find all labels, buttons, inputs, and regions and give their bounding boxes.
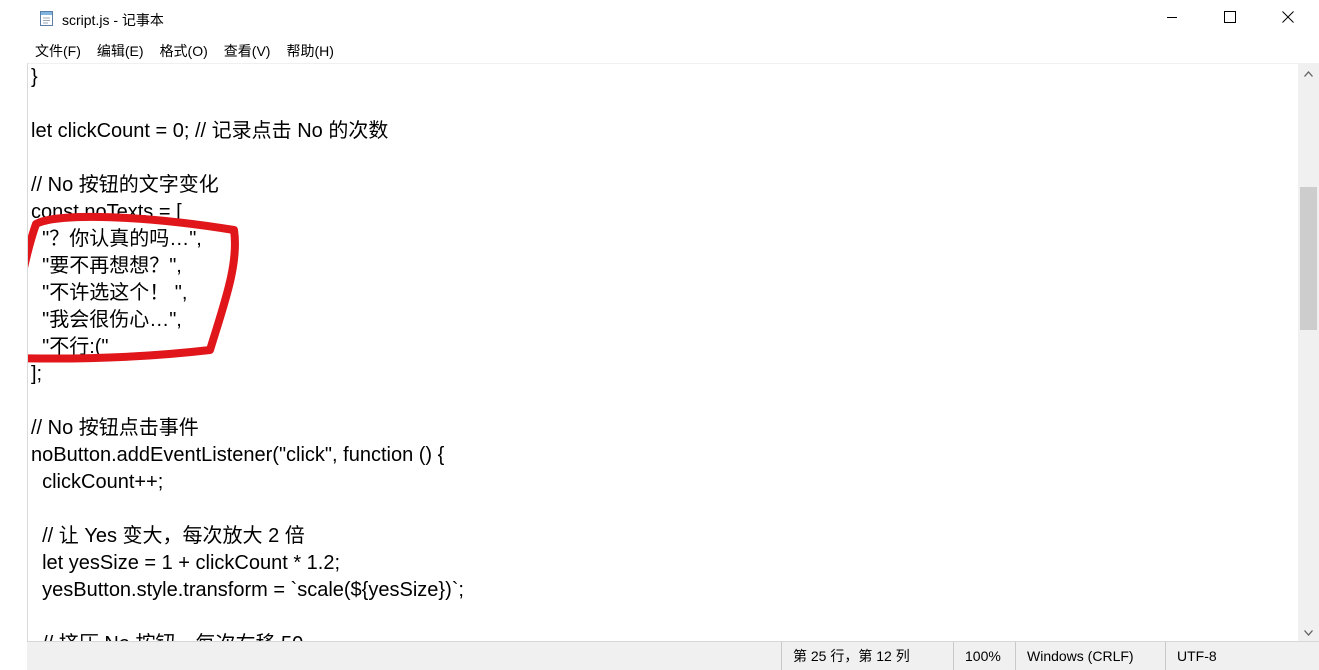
chevron-up-icon <box>1304 64 1313 82</box>
code-line: ]; <box>31 363 43 385</box>
menu-format[interactable]: 格式(O) <box>153 41 215 61</box>
code-lines: } let clickCount = 0; // 记录点击 No 的次数 // … <box>31 64 464 642</box>
scrollbar-thumb[interactable] <box>1300 187 1317 330</box>
code-line: } <box>31 66 38 88</box>
close-button[interactable] <box>1259 0 1317 38</box>
code-line: yesButton.style.transform = `scale(${yes… <box>31 579 464 601</box>
menu-help[interactable]: 帮助(H) <box>279 41 340 61</box>
scroll-down-button[interactable] <box>1298 622 1319 641</box>
encoding: UTF-8 <box>1165 642 1297 670</box>
close-icon <box>1282 10 1294 28</box>
background-window-edge <box>0 0 28 670</box>
menu-bar: 文件(F) 编辑(E) 格式(O) 查看(V) 帮助(H) <box>27 38 1319 63</box>
code-line: noButton.addEventListener("click", funct… <box>31 444 445 466</box>
menu-file[interactable]: 文件(F) <box>28 41 88 61</box>
minimize-button[interactable] <box>1143 0 1201 38</box>
code-line: const noTexts = [ <box>31 201 182 223</box>
cursor-position: 第 25 行，第 12 列 <box>781 642 943 670</box>
code-line: "要不再想想？", <box>31 255 182 277</box>
window-title: script.js - 记事本 <box>62 12 164 28</box>
maximize-button[interactable] <box>1201 0 1259 38</box>
scroll-up-button[interactable] <box>1298 63 1319 82</box>
code-line: "不行:(" <box>31 336 109 358</box>
code-line: let yesSize = 1 + clickCount * 1.2; <box>31 552 341 574</box>
maximize-icon <box>1224 10 1236 28</box>
vertical-scrollbar[interactable] <box>1298 63 1319 641</box>
code-line: "？你认真的吗…", <box>31 228 202 250</box>
code-line: // 让 Yes 变大，每次放大 2 倍 <box>31 525 305 547</box>
minimize-icon <box>1166 10 1178 28</box>
status-bar: 第 25 行，第 12 列 100% Windows (CRLF) UTF-8 <box>27 641 1319 670</box>
notepad-window: script.js - 记事本 文件(F) 编辑(E) 格式(O) 查看(V) … <box>0 0 1319 670</box>
line-ending: Windows (CRLF) <box>1015 642 1153 670</box>
code-line: let clickCount = 0; // 记录点击 No 的次数 <box>31 120 389 142</box>
zoom-level: 100% <box>953 642 1015 670</box>
text-editor-area[interactable]: } let clickCount = 0; // 记录点击 No 的次数 // … <box>28 63 1298 642</box>
code-line: clickCount++; <box>31 471 164 493</box>
code-line: // No 按钮的文字变化 <box>31 174 219 196</box>
chevron-down-icon <box>1304 623 1313 641</box>
notepad-icon <box>39 10 55 27</box>
code-line: "不许选这个！ ", <box>31 282 188 304</box>
menu-edit[interactable]: 编辑(E) <box>90 41 151 61</box>
code-line: // No 按钮点击事件 <box>31 417 199 439</box>
code-line: "我会很伤心…", <box>31 309 182 331</box>
menu-view[interactable]: 查看(V) <box>217 41 278 61</box>
title-bar[interactable]: script.js - 记事本 <box>27 0 1319 38</box>
